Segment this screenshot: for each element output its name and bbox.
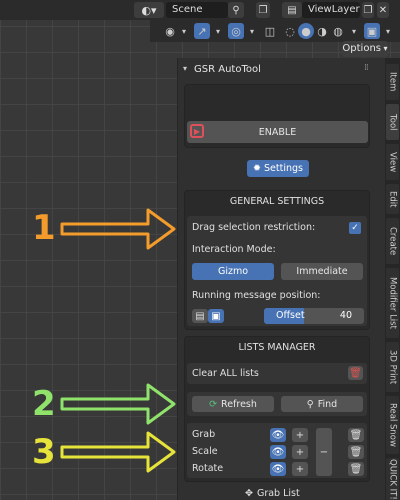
find-button[interactable]: ⚲ Find xyxy=(281,396,363,412)
lists-manager-title: LISTS MANAGER xyxy=(238,342,316,353)
offset-label: Offset xyxy=(276,310,305,321)
overlays-icon[interactable]: ◎ xyxy=(228,23,244,39)
trash-icon[interactable]: 🗑 xyxy=(348,445,364,459)
add-icon[interactable]: + xyxy=(292,428,308,442)
interaction-mode-label: Interaction Mode: xyxy=(192,244,276,255)
mode-gizmo-label: Gizmo xyxy=(217,266,249,277)
mode-gizmo-button[interactable]: Gizmo xyxy=(192,263,274,280)
refresh-button[interactable]: ⟳ Refresh xyxy=(192,396,274,412)
grab-list-label: Grab List xyxy=(256,488,300,499)
trash-icon[interactable]: 🗑 xyxy=(348,428,364,442)
scene-browse-button[interactable]: ◐▾ xyxy=(134,2,164,18)
tab-edit[interactable]: Edit xyxy=(386,184,399,214)
drag-restriction-label: Drag selection restriction: xyxy=(192,222,316,233)
scene-icon: ◐▾ xyxy=(141,3,157,17)
enable-label: ENABLE xyxy=(258,126,297,138)
chevron-down-icon[interactable]: ▾ xyxy=(380,23,396,39)
chevron-down-icon[interactable]: ▾ xyxy=(210,23,226,39)
position-left-icon[interactable]: ▤ xyxy=(192,309,208,323)
running-message-label: Running message position: xyxy=(192,290,321,301)
viewlayer-field[interactable]: ViewLayer xyxy=(302,2,360,18)
tab-item[interactable]: Item xyxy=(386,64,399,100)
drag-handle-icon[interactable]: ⁞⁞ xyxy=(364,63,369,73)
rendered-shading-icon[interactable]: ◍ xyxy=(330,23,346,39)
eye-icon[interactable]: 👁 xyxy=(270,445,286,459)
chevron-down-icon: ▾ xyxy=(381,44,388,53)
tab-quick-it[interactable]: QUICK IT! xyxy=(386,458,399,500)
annotation-number-1: 1 xyxy=(32,208,56,248)
new-scene-icon[interactable]: ❐ xyxy=(256,2,270,18)
annotation-number-2: 2 xyxy=(32,384,56,424)
chevron-down-icon[interactable]: ▾ xyxy=(346,23,362,39)
tab-3d-print[interactable]: 3D Print xyxy=(386,342,399,392)
drag-restriction-checkbox[interactable]: ✓ xyxy=(349,222,361,234)
mode-immediate-button[interactable]: Immediate xyxy=(281,263,363,280)
offset-value: 40 xyxy=(339,310,352,321)
play-icon: ▶ xyxy=(190,124,204,138)
pin-icon[interactable]: ⚲ xyxy=(228,2,244,18)
gizmo-toggle-icon[interactable]: ↗ xyxy=(194,23,210,39)
mode-immediate-label: Immediate xyxy=(296,266,348,277)
xray-icon[interactable]: ◫ xyxy=(262,23,278,39)
settings-button[interactable]: ✹ Settings xyxy=(247,160,309,177)
options-button[interactable]: Options ▾ xyxy=(342,41,388,57)
list-item-label: Scale xyxy=(192,446,218,457)
tab-modifier-list[interactable]: Modifier List xyxy=(386,268,399,338)
remove-viewlayer-icon[interactable]: ✕ xyxy=(377,2,389,18)
list-item-label: Grab xyxy=(192,429,216,440)
wireframe-shading-icon[interactable]: ◌ xyxy=(282,23,298,39)
new-viewlayer-icon[interactable]: ❐ xyxy=(362,2,374,18)
eye-icon[interactable]: 👁 xyxy=(270,462,286,476)
search-icon: ⚲ xyxy=(306,398,314,410)
move-icon: ✥ xyxy=(245,488,253,499)
remove-icon[interactable]: − xyxy=(316,428,332,476)
chevron-down-icon[interactable]: ▾ xyxy=(244,23,260,39)
sidebar-tab-strip: Item Tool View Edit Create Modifier List… xyxy=(385,58,400,500)
find-label: Find xyxy=(317,398,338,410)
scene-field[interactable]: Scene xyxy=(166,2,228,18)
options-label: Options xyxy=(342,43,382,54)
tab-tool[interactable]: Tool xyxy=(386,104,399,140)
trash-icon[interactable]: 🗑 xyxy=(348,462,364,476)
annotation-arrow-2 xyxy=(60,383,176,425)
refresh-icon: ⟳ xyxy=(209,398,218,410)
panel-title: GSR AutoTool xyxy=(194,64,261,75)
clear-lists-trash-icon[interactable]: 🗑 xyxy=(348,366,363,380)
settings-label: Settings xyxy=(264,163,303,174)
add-icon[interactable]: + xyxy=(292,462,308,476)
annotation-arrow-1 xyxy=(60,208,176,250)
clear-lists-label: Clear ALL lists xyxy=(192,368,259,379)
position-bottom-icon[interactable]: ▣ xyxy=(208,309,224,323)
gear-icon: ✹ xyxy=(253,163,261,174)
viewlayer-browse-button[interactable]: ▤ xyxy=(282,2,302,18)
tab-view[interactable]: View xyxy=(386,144,399,180)
enable-button[interactable]: ENABLE xyxy=(187,121,368,143)
collapse-chevron-icon[interactable]: ▾ xyxy=(183,64,187,73)
add-icon[interactable]: + xyxy=(292,445,308,459)
refresh-label: Refresh xyxy=(221,398,257,410)
annotation-number-3: 3 xyxy=(32,432,56,472)
material-shading-icon[interactable]: ◑ xyxy=(314,23,330,39)
annotation-arrow-3 xyxy=(60,431,176,473)
chevron-down-icon[interactable]: ▾ xyxy=(176,23,192,39)
editor-type-icon[interactable]: ▣ xyxy=(364,23,380,39)
tab-create[interactable]: Create xyxy=(386,218,399,264)
grab-list-header[interactable]: ✥ Grab List xyxy=(245,488,300,499)
solid-shading-icon[interactable]: ● xyxy=(298,23,314,39)
general-settings-title: GENERAL SETTINGS xyxy=(229,196,325,207)
viewlayer-icon: ▤ xyxy=(287,4,297,16)
tab-real-snow[interactable]: Real Snow xyxy=(386,396,399,454)
offset-slider[interactable]: Offset 40 xyxy=(264,308,364,324)
eye-icon[interactable]: 👁 xyxy=(270,428,286,442)
list-item-label: Rotate xyxy=(192,463,224,474)
